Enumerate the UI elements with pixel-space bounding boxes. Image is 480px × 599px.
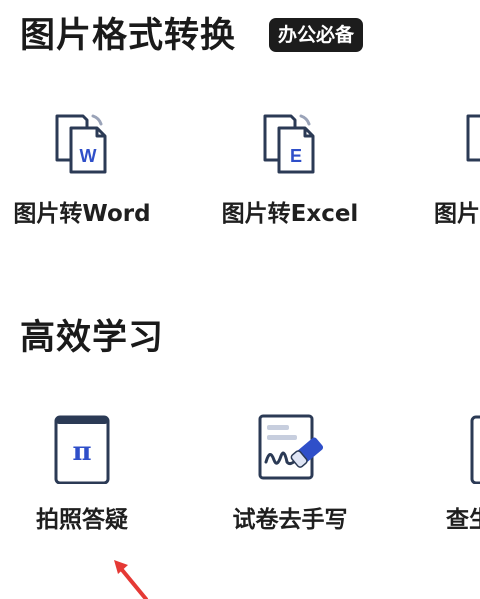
tool-label: 图片 [434, 201, 480, 227]
tool-label: 图片转Excel [221, 201, 359, 227]
word-doc-icon: W [55, 114, 107, 174]
tool-search-partial[interactable]: 查生 [420, 412, 480, 542]
tool-label: 试卷去手写 [232, 507, 348, 533]
tool-image-to-word[interactable]: W 图片转Word [0, 112, 172, 242]
tool-image-partial[interactable]: 图片 [420, 112, 480, 242]
tool-label: 拍照答疑 [36, 507, 128, 533]
svg-text:W: W [80, 146, 97, 166]
svg-text:E: E [290, 146, 302, 166]
svg-text:π: π [72, 437, 91, 467]
section-title-efficient-study: 高效学习 [20, 318, 165, 358]
tool-photo-answer[interactable]: π 拍照答疑 [0, 412, 172, 542]
tool-label: 查生 [446, 507, 480, 533]
section-title-image-convert: 图片格式转换 [20, 16, 237, 56]
tool-label: 图片转Word [13, 201, 151, 227]
excel-doc-icon: E [263, 114, 315, 174]
red-arrow-icon [114, 560, 148, 599]
doc-icon [466, 114, 480, 162]
search-icon [470, 415, 480, 484]
phone-pi-icon: π [54, 415, 110, 484]
tool-remove-handwriting[interactable]: 试卷去手写 [200, 412, 380, 542]
office-essential-badge: 办公必备 [269, 18, 364, 52]
paper-eraser-icon [258, 414, 324, 480]
tool-image-to-excel[interactable]: E 图片转Excel [200, 112, 380, 242]
